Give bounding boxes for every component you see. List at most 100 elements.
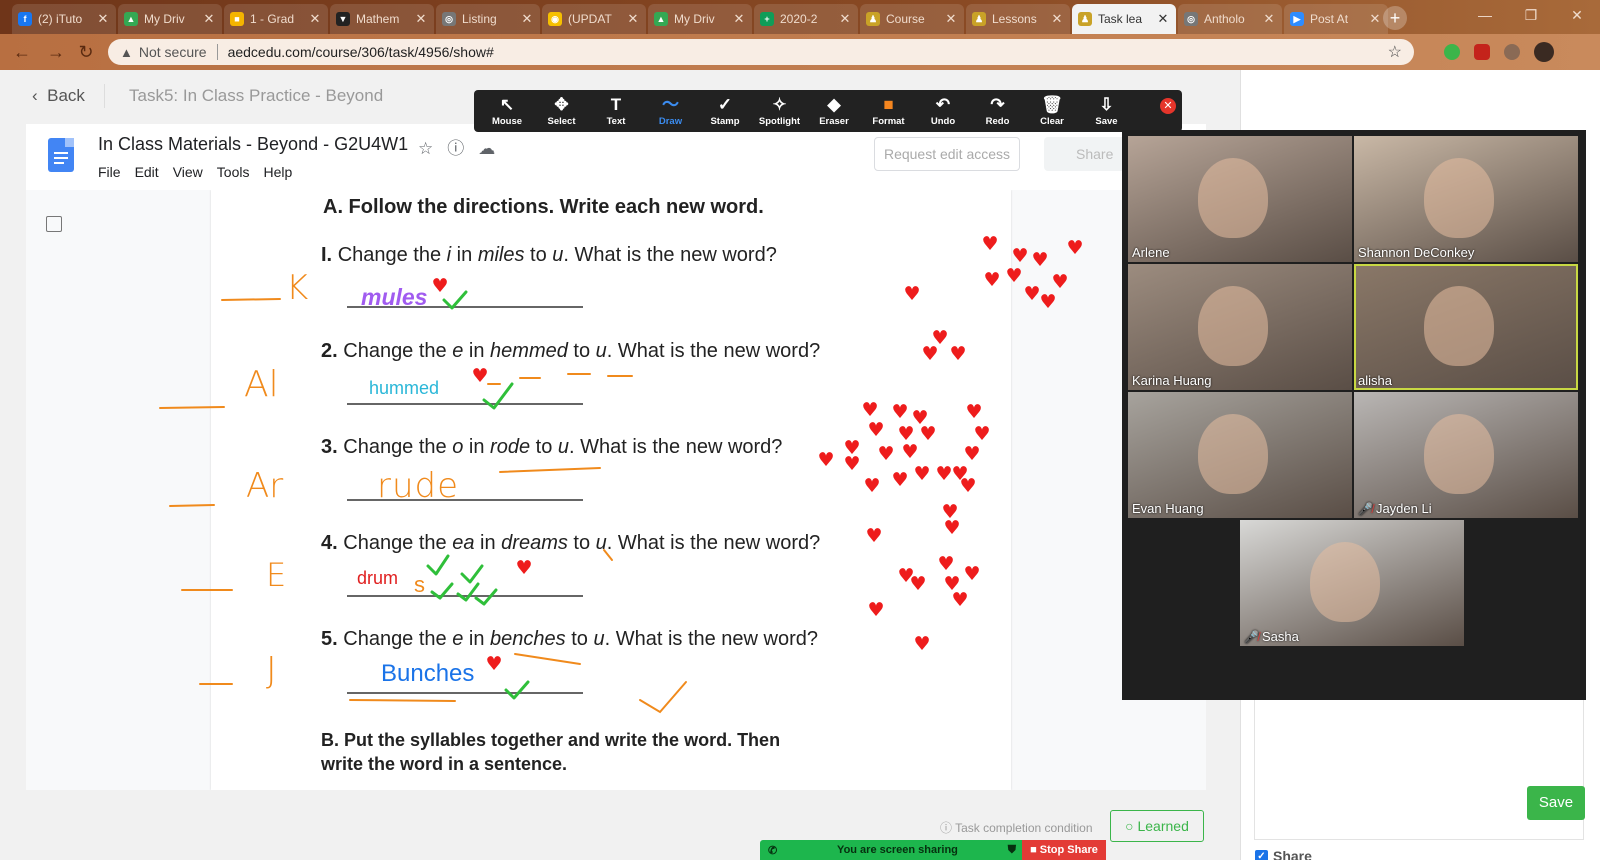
heart-stamp-icon: ♥: [485, 653, 502, 675]
redo-icon: ↷: [990, 95, 1005, 114]
margin-initial-j: J: [266, 650, 277, 691]
heart-stamp-icon: ♥: [973, 423, 990, 445]
tool-label: Draw: [658, 116, 683, 127]
heart-stamp-icon: ♥: [963, 443, 980, 465]
margin-initial-k: K: [286, 268, 309, 308]
stop-share-button[interactable]: ■ Stop Share: [1022, 840, 1106, 860]
muted-mic-icon: 🎤̸: [1358, 501, 1373, 516]
tool-label: Text: [606, 116, 626, 127]
eraser-icon: ◆: [827, 95, 841, 114]
green-checkmarks: [426, 290, 530, 700]
text-icon: T: [610, 95, 622, 114]
participant-name: Evan Huang: [1132, 501, 1204, 516]
tool-mouse[interactable]: ↖ Mouse: [480, 94, 534, 127]
heart-stamp-icon: ♥: [877, 443, 894, 465]
heart-stamp-icon: ♥: [935, 463, 952, 485]
heart-stamp-icon: ♥: [909, 573, 926, 595]
participant-name-label: 🎤̸ Jayden Li: [1358, 501, 1432, 516]
participant-name: Karina Huang: [1132, 373, 1212, 388]
participant-tile[interactable]: Shannon DeConkey: [1354, 136, 1578, 262]
margin-initial-ar: Ar: [246, 466, 284, 506]
heart-stamp-icon: ♥: [937, 553, 954, 575]
tool-label: Clear: [1040, 116, 1064, 127]
heart-stamp-icon: ♥: [515, 557, 532, 579]
participant-name-label: Shannon DeConkey: [1358, 245, 1474, 260]
tool-label: Redo: [985, 116, 1010, 127]
participant-tile[interactable]: 🎤̸ Jayden Li: [1354, 392, 1578, 518]
participant-tile[interactable]: Evan Huang: [1128, 392, 1352, 518]
participant-tile[interactable]: Karina Huang: [1128, 264, 1352, 390]
heart-stamp-icon: ♥: [949, 343, 966, 365]
format-icon: ■: [883, 95, 894, 114]
heart-stamp-icon: ♥: [913, 633, 930, 655]
heart-stamp-icon: ♥: [861, 399, 878, 421]
spotlight-icon: ✧: [772, 95, 787, 114]
heart-stamp-icon: ♥: [865, 525, 882, 547]
tool-undo[interactable]: ↶ Undo: [916, 94, 970, 127]
tool-spotlight[interactable]: ✧ Spotlight: [753, 94, 807, 127]
participant-name-label: alisha: [1358, 373, 1392, 388]
tool-stamp[interactable]: ✓ Stamp: [698, 94, 752, 127]
tool-label: Format: [872, 116, 905, 127]
heart-stamp-icon: ♥: [903, 283, 920, 305]
participant-name-label: Arlene: [1132, 245, 1170, 260]
tool-redo[interactable]: ↷ Redo: [971, 94, 1025, 127]
margin-initial-e: E: [266, 556, 287, 594]
tool-save[interactable]: ⇩ Save: [1080, 94, 1134, 127]
heart-stamp-icon: ♥: [891, 401, 908, 423]
tool-text[interactable]: T Text: [589, 94, 643, 127]
heart-stamp-icon: ♥: [921, 343, 938, 365]
tool-label: Spotlight: [758, 116, 801, 127]
tool-eraser[interactable]: ◆ Eraser: [807, 94, 861, 127]
tool-label: Eraser: [819, 116, 849, 127]
participant-name: Shannon DeConkey: [1358, 245, 1475, 260]
participant-video: [1198, 286, 1268, 366]
heart-stamp-icon: ♥: [1051, 271, 1068, 293]
tool-draw[interactable]: 〜 Draw: [644, 94, 698, 127]
tool-label: Undo: [930, 116, 956, 127]
save-icon: ⇩: [1099, 95, 1114, 114]
heart-stamp-icon: ♥: [963, 563, 980, 585]
zoom-annotation-toolbar: ✕ ↖ Mouse ✥ Select T Text 〜 Draw ✓ Stamp ✧ Spotligh…: [474, 90, 1182, 132]
tool-label: Stamp: [710, 116, 740, 127]
phone-icon: ✆: [768, 844, 778, 857]
participant-video: [1424, 158, 1494, 238]
heart-stamp-icon: ♥: [867, 599, 884, 621]
heart-stamp-icon: ♥: [901, 441, 918, 463]
zoom-gallery-view: Arlene Shannon DeConkey Karina Huang alisha…: [1122, 130, 1586, 700]
tool-select[interactable]: ✥ Select: [535, 94, 589, 127]
participant-video: [1198, 158, 1268, 238]
participant-video: [1310, 542, 1380, 622]
participant-name: Sasha: [1261, 629, 1299, 644]
tool-format[interactable]: ■ Format: [862, 94, 916, 127]
tool-label: Select: [547, 116, 576, 127]
undo-icon: ↶: [935, 95, 951, 114]
participant-name-label: Evan Huang: [1132, 501, 1204, 516]
clear-icon: 🗑: [1041, 95, 1063, 114]
heart-stamp-icon: ♥: [1011, 245, 1028, 267]
heart-stamp-icon: ♥: [959, 475, 976, 497]
heart-stamp-icon: ♥: [863, 475, 880, 497]
heart-stamp-icon: ♥: [1039, 291, 1056, 313]
heart-stamp-icon: ♥: [951, 589, 968, 611]
heart-stamp-icon: ♥: [943, 517, 960, 539]
stamp-icon: ✓: [717, 95, 733, 114]
tool-label: Mouse: [491, 116, 523, 127]
orange-ink: [159, 298, 687, 714]
participant-tile[interactable]: Arlene: [1128, 136, 1352, 262]
tool-label: Save: [1095, 116, 1118, 127]
participant-name-label: Karina Huang: [1132, 373, 1212, 388]
participant-name: alisha: [1358, 373, 1392, 388]
heart-stamp-icon: ♥: [919, 423, 936, 445]
participant-tile[interactable]: alisha: [1354, 264, 1578, 390]
screen-sharing-label: You are screen sharing: [837, 844, 958, 856]
heart-stamp-icon: ♥: [1023, 283, 1040, 305]
heart-stamp-icon: ♥: [843, 453, 860, 475]
heart-stamp-icon: ♥: [867, 419, 884, 441]
tool-clear[interactable]: 🗑 Clear: [1025, 94, 1079, 127]
close-toolbar-icon[interactable]: ✕: [1160, 98, 1176, 114]
draw-icon: 〜: [662, 95, 679, 114]
heart-stamp-icon: ♥: [891, 469, 908, 491]
participant-tile[interactable]: 🎤̸ Sasha: [1240, 520, 1464, 646]
heart-stamp-icon: ♥: [983, 269, 1000, 291]
